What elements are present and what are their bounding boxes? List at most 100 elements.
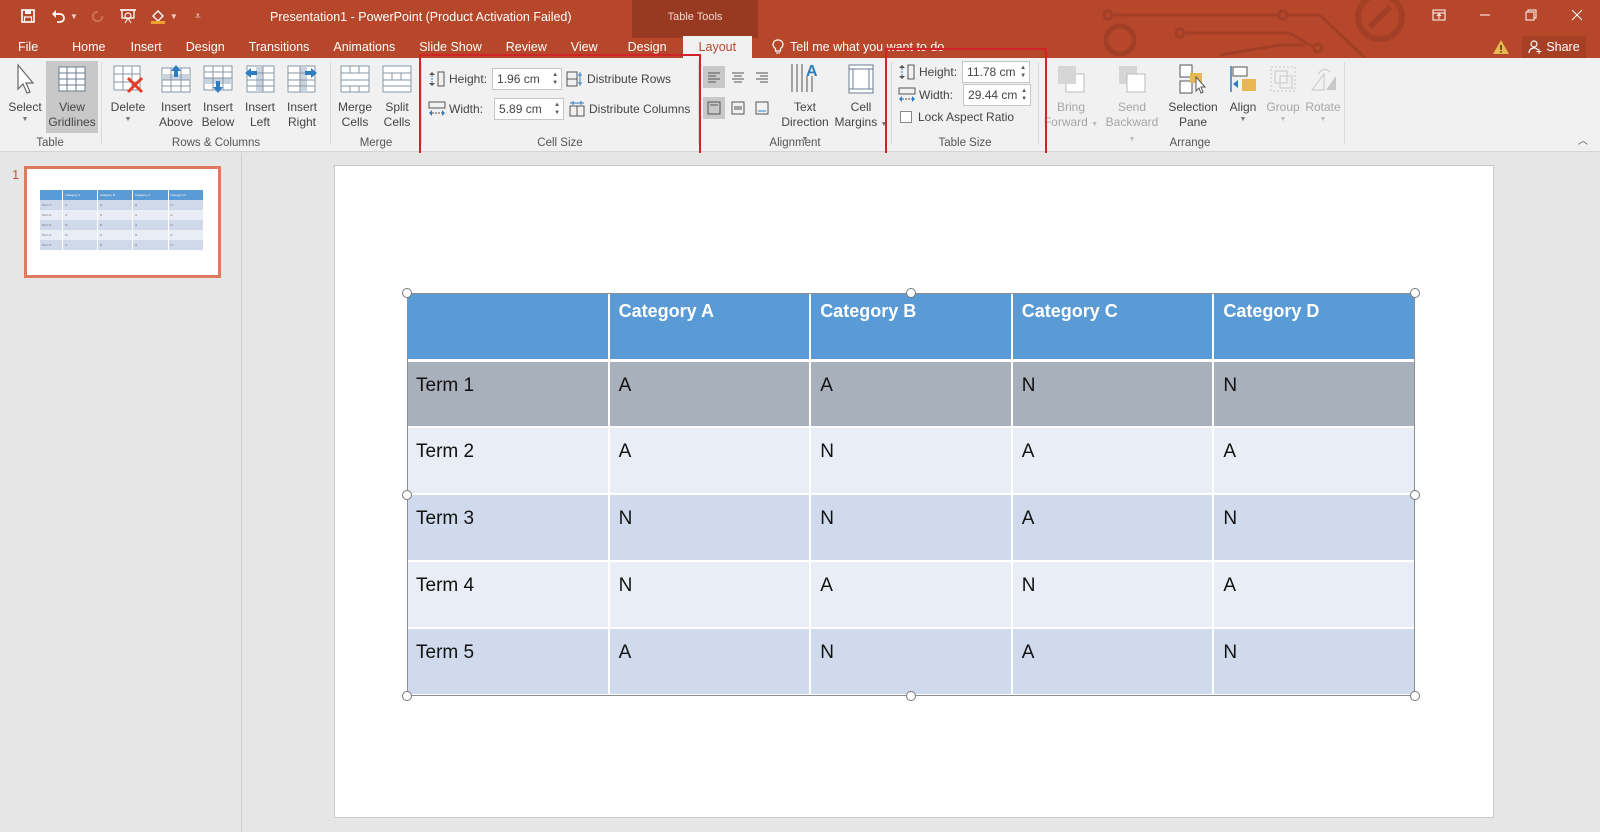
table-row-label-cell[interactable]: Term 5 xyxy=(407,628,610,696)
thumbnail-cell: Category C xyxy=(132,190,169,200)
present-from-beginning-icon[interactable] xyxy=(118,6,138,26)
tab-transitions[interactable]: Transitions xyxy=(237,36,322,58)
table-cell[interactable]: N xyxy=(608,494,812,562)
table-cell[interactable]: N xyxy=(1213,628,1415,696)
resize-handle-top[interactable] xyxy=(906,288,916,298)
cell-margins-button[interactable]: Cell Margins ▼ xyxy=(833,61,889,130)
table-row-label-cell[interactable]: Term 1 xyxy=(407,360,610,428)
table-cell[interactable]: A xyxy=(1213,561,1415,629)
thumbnail-row: Term 3NNAN xyxy=(40,220,205,230)
dropdown-arrow-icon: ▼ xyxy=(1239,116,1247,123)
thumbnail-cell: A xyxy=(132,240,169,250)
highlight-table-size xyxy=(885,48,1047,158)
thumbnail-cell: Category D xyxy=(168,190,205,200)
share-button[interactable]: Share xyxy=(1522,36,1586,58)
table-row-label-cell[interactable]: Term 3 xyxy=(407,494,610,562)
table-cell[interactable]: N xyxy=(608,561,812,629)
table-cell[interactable]: A xyxy=(1011,494,1215,562)
thumbnail-cell: A xyxy=(97,230,134,240)
dropdown-arrow-icon: ▼ xyxy=(1279,116,1287,123)
table-cell[interactable]: N xyxy=(810,494,1013,562)
table-cell[interactable]: N xyxy=(810,427,1013,495)
bring-forward-button[interactable]: Bring Forward ▼ xyxy=(1043,61,1099,130)
table-cell[interactable]: A xyxy=(1011,628,1215,696)
insert-right-button[interactable]: Insert Right xyxy=(280,61,324,130)
group-button[interactable]: Group ▼ xyxy=(1263,61,1303,125)
table-cell[interactable]: N xyxy=(1213,494,1415,562)
align-top-button[interactable] xyxy=(703,97,725,119)
tab-animations[interactable]: Animations xyxy=(321,36,407,58)
undo-icon[interactable] xyxy=(48,6,68,26)
table-cell[interactable]: A xyxy=(608,427,812,495)
table-cell[interactable]: N xyxy=(810,628,1013,696)
paint-bucket-icon[interactable] xyxy=(148,6,168,26)
save-icon[interactable] xyxy=(18,6,38,26)
table-cell[interactable]: N xyxy=(1011,360,1215,428)
resize-handle-left[interactable] xyxy=(402,490,412,500)
select-button[interactable]: Select ▼ xyxy=(6,61,44,125)
slide-thumbnail[interactable]: Category A Category B Category C Category D… xyxy=(24,166,221,278)
resize-handle-top-left[interactable] xyxy=(402,288,412,298)
table-cell[interactable]: A xyxy=(1011,427,1215,495)
tab-design[interactable]: Design xyxy=(174,36,237,58)
align-middle-button[interactable] xyxy=(727,97,749,119)
slide-table[interactable]: Category A Category B Category C Category D… xyxy=(407,293,1415,696)
tab-file[interactable]: File xyxy=(0,36,56,58)
warning-icon[interactable] xyxy=(1492,38,1510,56)
table-header-cell[interactable] xyxy=(407,293,610,362)
delete-button[interactable]: Delete ▼ xyxy=(106,61,150,125)
paint-dropdown-icon[interactable]: ▼ xyxy=(170,12,178,21)
rotate-button[interactable]: Rotate ▼ xyxy=(1303,61,1343,125)
selection-pane-button[interactable]: Selection Pane xyxy=(1163,61,1223,130)
group-label-arrange: Arrange xyxy=(1169,137,1211,149)
group-label-merge: Merge xyxy=(359,137,393,149)
customize-qat-icon[interactable]: ⩡ xyxy=(188,6,208,26)
align-button[interactable]: Align ▼ xyxy=(1223,61,1263,125)
redo-icon[interactable] xyxy=(88,6,108,26)
table-row-label-cell[interactable]: Term 4 xyxy=(407,561,610,629)
table-header-cell[interactable]: Category D xyxy=(1213,293,1415,362)
tab-insert[interactable]: Insert xyxy=(119,36,174,58)
resize-handle-bottom[interactable] xyxy=(906,691,916,701)
resize-handle-bottom-left[interactable] xyxy=(402,691,412,701)
collapse-ribbon-icon[interactable]: ︿ xyxy=(1578,132,1588,147)
table-cell[interactable]: N xyxy=(1011,561,1215,629)
insert-left-button[interactable]: Insert Left xyxy=(238,61,282,130)
table-cell[interactable]: A xyxy=(810,360,1013,428)
resize-handle-top-right[interactable] xyxy=(1410,288,1420,298)
tab-home[interactable]: Home xyxy=(56,36,118,58)
table-cell[interactable]: N xyxy=(1213,360,1415,428)
merge-cells-button[interactable]: Merge Cells xyxy=(334,61,376,130)
view-gridlines-button[interactable]: View Gridlines xyxy=(46,61,98,133)
title-bar: ▼ ▼ ⩡ Presentation1 - PowerPoint (Produc… xyxy=(0,0,1600,58)
undo-dropdown-icon[interactable]: ▼ xyxy=(70,12,78,21)
restore-button[interactable] xyxy=(1508,0,1554,30)
table-header-cell[interactable]: Category A xyxy=(608,293,812,362)
close-button[interactable] xyxy=(1554,0,1600,30)
thumbnail-cell: A xyxy=(132,220,169,230)
align-left-button[interactable] xyxy=(703,66,725,88)
resize-handle-bottom-right[interactable] xyxy=(1410,691,1420,701)
send-backward-button[interactable]: Send Backward ▼ xyxy=(1101,61,1163,145)
thumbnail-cell: Term 2 xyxy=(40,210,64,220)
table-cell[interactable]: A xyxy=(810,561,1013,629)
align-center-button[interactable] xyxy=(727,66,749,88)
split-cells-button[interactable]: Split Cells xyxy=(376,61,418,130)
ribbon-display-options-button[interactable] xyxy=(1416,0,1462,30)
align-objects-icon xyxy=(1230,66,1256,92)
insert-above-button[interactable]: Insert Above xyxy=(154,61,198,130)
align-bottom-button[interactable] xyxy=(751,97,773,119)
insert-right-icon xyxy=(287,65,317,93)
text-direction-button[interactable]: A Text Direction ▼ xyxy=(777,61,833,145)
table-header-cell[interactable]: Category B xyxy=(810,293,1013,362)
table-cell[interactable]: A xyxy=(608,628,812,696)
delete-table-icon xyxy=(113,65,144,94)
table-cell[interactable]: A xyxy=(608,360,812,428)
table-header-cell[interactable]: Category C xyxy=(1011,293,1215,362)
resize-handle-right[interactable] xyxy=(1410,490,1420,500)
table-cell[interactable]: A xyxy=(1213,427,1415,495)
insert-below-button[interactable]: Insert Below xyxy=(196,61,240,130)
minimize-button[interactable] xyxy=(1462,0,1508,30)
align-right-button[interactable] xyxy=(751,66,773,88)
table-row-label-cell[interactable]: Term 2 xyxy=(407,427,610,495)
